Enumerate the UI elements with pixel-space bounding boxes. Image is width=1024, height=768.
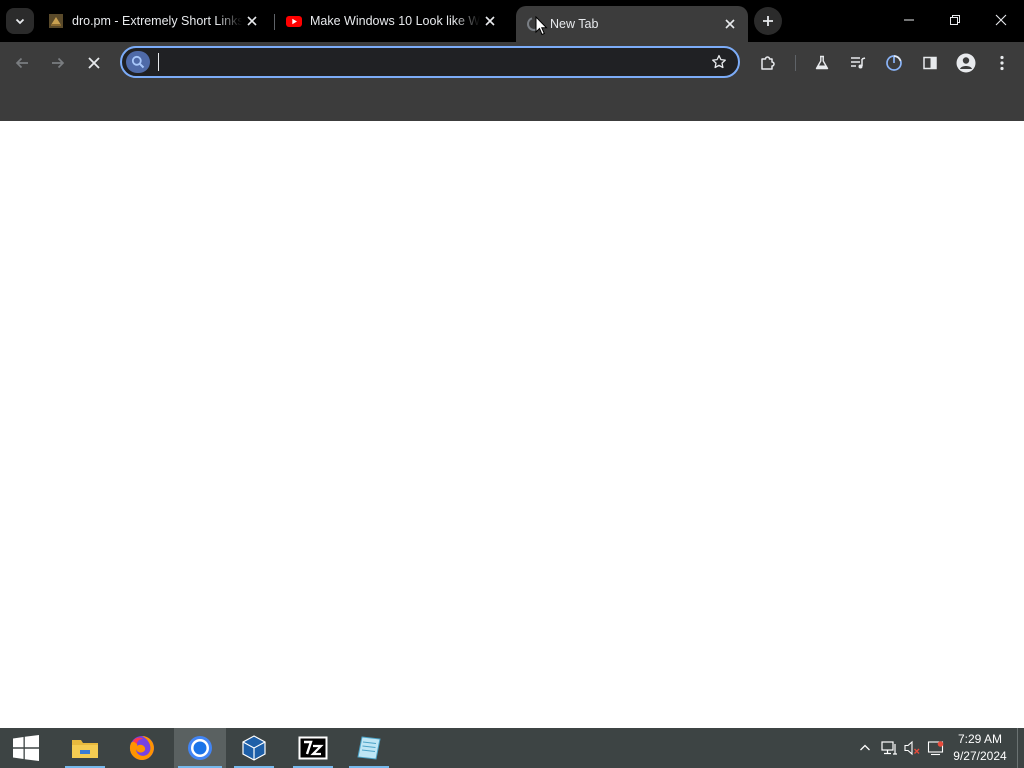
restore-icon	[950, 15, 960, 25]
media-controls-button[interactable]	[844, 49, 872, 77]
close-tab-icon[interactable]	[242, 11, 262, 31]
tab-new-tab[interactable]: New Tab	[516, 6, 748, 42]
side-panel-icon	[923, 56, 937, 70]
notepad-icon	[357, 736, 381, 760]
text-caret	[158, 53, 159, 71]
menu-button[interactable]	[988, 49, 1016, 77]
address-input[interactable]	[156, 50, 696, 74]
bookmark-star-icon[interactable]	[706, 49, 732, 75]
minimize-button[interactable]	[886, 0, 932, 40]
virtualbox-icon	[242, 735, 266, 761]
network-icon[interactable]	[879, 738, 899, 758]
firefox-icon	[129, 736, 154, 760]
stop-loading-button[interactable]	[80, 49, 108, 77]
minimize-icon	[904, 19, 914, 21]
side-panel-button[interactable]	[916, 49, 944, 77]
chrome-icon	[188, 736, 212, 760]
address-bar[interactable]	[120, 46, 740, 78]
tab-title: Make Windows 10 Look like Windows 11	[310, 14, 480, 28]
taskbar-clock[interactable]: 7:29 AM 9/27/2024	[948, 731, 1012, 765]
extensions-icon	[761, 56, 775, 70]
performance-icon	[886, 55, 902, 71]
browser-toolbar	[0, 42, 1024, 84]
windows-logo-icon	[13, 735, 39, 761]
profile-button[interactable]	[952, 49, 980, 77]
taskbar-7zip[interactable]	[289, 728, 337, 768]
search-icon	[126, 51, 150, 73]
chevron-down-icon	[15, 18, 25, 25]
tab-title: dro.pm - Extremely Short Links	[72, 14, 242, 28]
taskbar-firefox[interactable]	[118, 728, 166, 768]
show-desktop-button[interactable]	[1017, 728, 1018, 768]
clock-time: 7:29 AM	[957, 732, 1003, 746]
close-window-button[interactable]	[978, 0, 1024, 40]
profile-icon	[956, 53, 976, 73]
show-hidden-icons-chevron[interactable]	[855, 738, 875, 758]
7zip-icon	[298, 736, 328, 760]
back-button[interactable]	[8, 49, 36, 77]
windows-taskbar: 7:29 AM 9/27/2024	[0, 728, 1024, 768]
tab-dro-pm[interactable]: dro.pm - Extremely Short Links	[38, 6, 270, 36]
forward-button[interactable]	[44, 49, 72, 77]
browser-title-bar: dro.pm - Extremely Short Links Make Wind…	[0, 0, 1024, 42]
labs-button[interactable]	[808, 49, 836, 77]
menu-kebab-icon	[1000, 55, 1004, 71]
taskbar-virtualbox[interactable]	[230, 728, 278, 768]
taskbar-notepad[interactable]	[345, 728, 393, 768]
media-controls-icon	[851, 57, 866, 69]
forward-arrow-icon	[52, 57, 65, 69]
dro-pm-favicon-icon	[48, 13, 64, 29]
mouse-pointer-icon	[535, 16, 548, 36]
restore-button[interactable]	[932, 0, 978, 40]
taskbar-chrome[interactable]	[174, 728, 226, 768]
tab-youtube-video[interactable]: Make Windows 10 Look like Windows 11	[276, 6, 508, 36]
stop-loading-icon	[88, 57, 100, 69]
youtube-favicon-icon	[286, 13, 302, 29]
action-center-icon[interactable]	[926, 738, 946, 758]
close-icon	[995, 14, 1007, 26]
plus-icon	[763, 16, 773, 26]
close-tab-icon[interactable]	[480, 11, 500, 31]
file-explorer-icon	[72, 740, 98, 758]
taskbar-file-explorer[interactable]	[61, 728, 109, 768]
page-content	[0, 121, 1024, 728]
new-tab-button[interactable]	[754, 7, 782, 35]
extensions-button[interactable]	[754, 49, 782, 77]
performance-button[interactable]	[880, 49, 908, 77]
tab-title: New Tab	[550, 17, 599, 31]
back-arrow-icon	[15, 57, 28, 69]
clock-date: 9/27/2024	[953, 749, 1007, 763]
close-tab-icon[interactable]	[720, 14, 740, 34]
toolbar-divider	[795, 55, 796, 71]
start-button[interactable]	[2, 728, 50, 768]
labs-flask-icon	[815, 55, 829, 70]
tab-search-button[interactable]	[6, 8, 34, 34]
tab-separator	[274, 14, 275, 30]
bookmarks-bar	[0, 84, 1024, 121]
volume-muted-icon[interactable]	[902, 738, 922, 758]
